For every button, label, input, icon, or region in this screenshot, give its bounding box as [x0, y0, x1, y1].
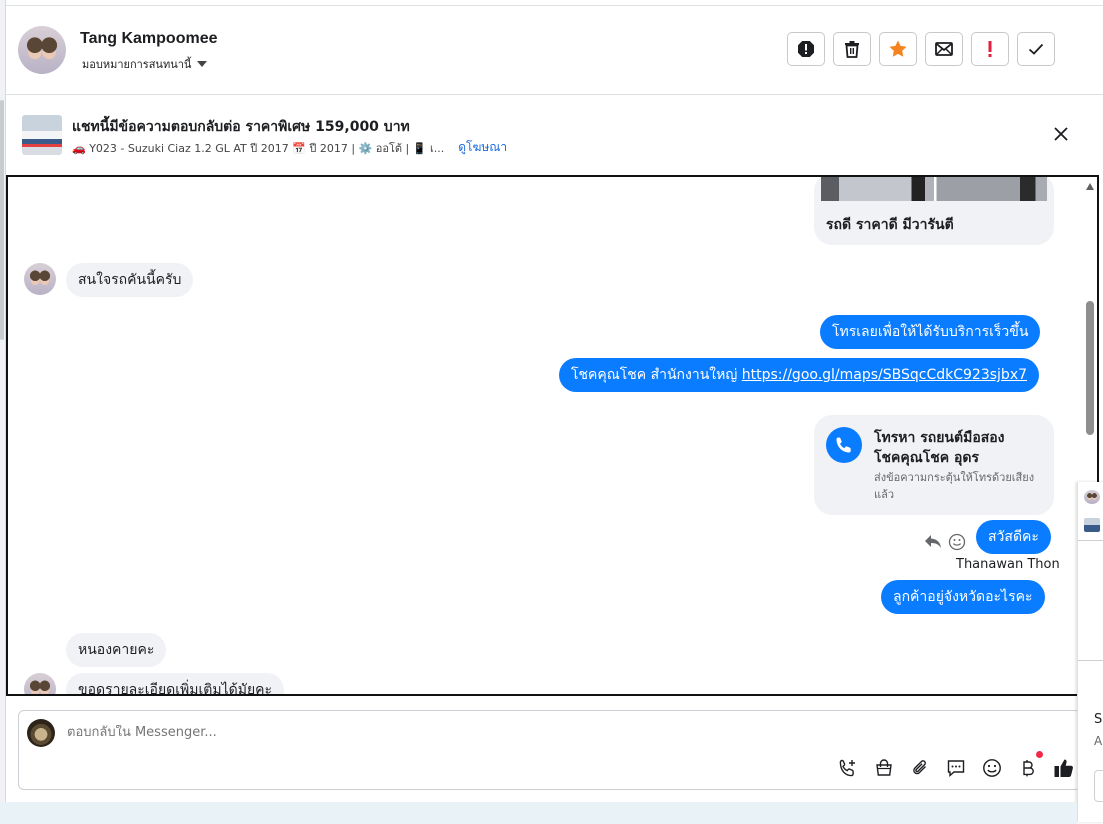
message-outgoing[interactable]: สวัสดีคะ [976, 520, 1051, 554]
contact-avatar[interactable] [18, 26, 66, 74]
emoji-button[interactable] [981, 757, 1003, 779]
saved-reply-icon [947, 760, 965, 778]
ad-title: แชทนี้มีข้อความตอบกลับต่อ ราคาพิเศษ 159,… [72, 119, 410, 135]
panel-button-fragment[interactable] [1094, 770, 1103, 802]
message-incoming[interactable]: สนใจรถคันนี้ครับ [66, 263, 194, 297]
attach-button[interactable] [909, 757, 931, 779]
side-panel-fragment: S A [1077, 482, 1103, 822]
ad-details-row: 🚗 Y023 - Suzuki Ciaz 1.2 GL AT ปี 2017 📅… [72, 138, 507, 157]
react-emoji-icon[interactable] [948, 533, 966, 551]
shopping-bag-icon [876, 759, 892, 776]
ad-card-caption: รถดี ราคาดี มีวารันตี [826, 217, 954, 233]
mini-avatar[interactable] [1084, 490, 1100, 504]
caret-down-icon [197, 61, 208, 67]
paperclip-icon [913, 760, 926, 775]
message-outgoing[interactable]: ลูกค้าอยู่จังหวัดอะไรคะ [881, 580, 1045, 614]
mail-icon [935, 42, 953, 56]
close-icon [1054, 127, 1068, 141]
scroll-up-arrow-icon[interactable] [1086, 183, 1094, 190]
check-icon [1028, 43, 1044, 55]
panel-title-fragment: S [1094, 712, 1103, 727]
star-button[interactable] [879, 32, 917, 66]
shop-button[interactable] [873, 757, 895, 779]
panel-subtitle-fragment: A [1094, 734, 1103, 748]
report-button[interactable] [787, 32, 825, 66]
email-button[interactable] [925, 32, 963, 66]
reply-icon[interactable] [924, 534, 942, 550]
customer-avatar[interactable] [24, 673, 56, 694]
page-avatar [27, 719, 55, 747]
saved-replies-button[interactable] [945, 757, 967, 779]
reply-input[interactable] [67, 725, 767, 740]
thumbs-up-icon [1054, 759, 1073, 777]
maps-link[interactable]: https://goo.gl/maps/SBSqcCdkC923sjbx7 [742, 367, 1027, 383]
exclamation-icon [988, 41, 992, 57]
message-hover-actions [924, 533, 966, 551]
message-outgoing[interactable]: โทรเลยเพื่อให้ได้รับบริการเร็วขึ้น [820, 315, 1041, 349]
composer-toolbar [837, 751, 1075, 779]
delete-button[interactable] [833, 32, 871, 66]
payment-button[interactable] [1017, 751, 1043, 779]
call-card-title: โทรหา รถยนต์มือสอง โชคคุณโชค อุดร [874, 430, 1005, 466]
emoji-icon [983, 759, 1001, 777]
ad-context-banner: แชทนี้มีข้อความตอบกลับต่อ ราคาพิเศษ 159,… [6, 95, 1103, 175]
mark-urgent-button[interactable] [971, 32, 1009, 66]
notification-dot [1036, 751, 1043, 758]
contact-name[interactable]: Tang Kampoomee [80, 30, 218, 48]
baht-icon [1023, 760, 1034, 777]
message-incoming[interactable]: ขอดรายละเอียดเพิ่มเติมได้มัยคะ [66, 673, 285, 694]
conversation-header: Tang Kampoomee มอบหมายการสนทนานี้ [6, 6, 1103, 95]
sender-name: Thanawan Thon [956, 557, 1060, 572]
mark-done-button[interactable] [1017, 32, 1055, 66]
mini-thumbnail [1084, 518, 1100, 532]
call-card-subtitle: ส่งข้อความกระตุ้นให้โทรด้วยเสียงแล้ว [874, 471, 1035, 501]
phone-icon [836, 437, 851, 453]
panel-divider [1078, 660, 1103, 661]
panel-divider [1078, 540, 1103, 541]
call-button[interactable] [837, 757, 859, 779]
left-scroll-thumb[interactable] [0, 100, 4, 340]
call-request-card[interactable]: โทรหา รถยนต์มือสอง โชคคุณโชค อุดร ส่งข้อ… [814, 415, 1054, 515]
bottom-strip [0, 802, 1077, 824]
ad-thumbnail[interactable] [22, 115, 62, 155]
chat-scroll-thumb[interactable] [1086, 301, 1094, 435]
phone-plus-icon [839, 759, 855, 777]
report-icon [798, 41, 814, 57]
star-icon [889, 40, 907, 57]
header-actions [787, 32, 1055, 66]
view-ad-link[interactable]: ดูโฆษณา [458, 138, 507, 157]
ad-reply-card[interactable]: รถดี ราคาดี มีวารันตี [814, 177, 1054, 245]
close-banner-button[interactable] [1054, 126, 1068, 145]
car-image [821, 177, 1047, 201]
assign-conversation-dropdown[interactable]: มอบหมายการสนทนานี้ [82, 55, 208, 73]
phone-icon-badge [826, 427, 862, 463]
message-text: โชคคุณโชค สำนักงานใหญ่ [571, 367, 742, 383]
trash-icon [845, 41, 859, 58]
assign-label: มอบหมายการสนทนานี้ [82, 58, 192, 71]
ad-details: 🚗 Y023 - Suzuki Ciaz 1.2 GL AT ปี 2017 📅… [72, 141, 445, 155]
like-button[interactable] [1053, 757, 1075, 779]
message-outgoing-link[interactable]: โชคคุณโชค สำนักงานใหญ่ https://goo.gl/ma… [559, 358, 1040, 392]
message-thread[interactable]: รถดี ราคาดี มีวารันตี สนใจรถคันนี้ครับ โ… [6, 175, 1099, 696]
customer-avatar[interactable] [24, 263, 56, 295]
message-incoming[interactable]: หนองคายคะ [66, 633, 167, 667]
reply-composer [18, 710, 1088, 790]
